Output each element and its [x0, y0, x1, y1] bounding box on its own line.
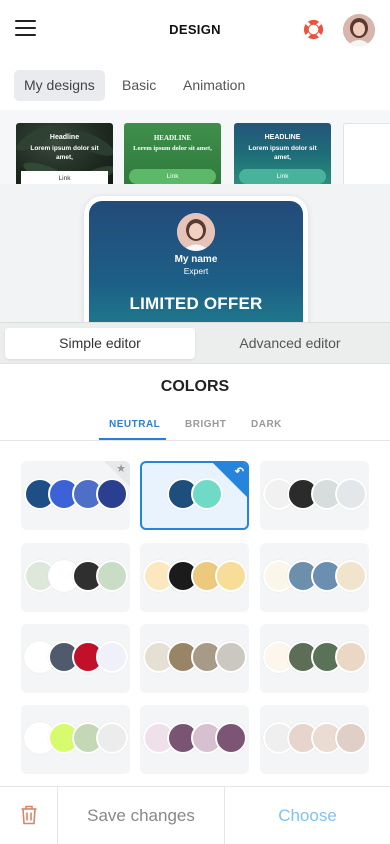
tab-animation[interactable]: Animation: [173, 70, 255, 101]
undo-icon[interactable]: ↶: [235, 465, 244, 478]
bottom-action-bar: Save changes Choose: [0, 786, 390, 844]
color-palette-card[interactable]: ↶: [140, 461, 249, 530]
color-palette-card[interactable]: ★: [21, 461, 130, 530]
color-palette-card[interactable]: [260, 705, 369, 774]
color-swatch: [96, 722, 128, 754]
tab-dark[interactable]: DARK: [251, 419, 282, 430]
phone-screen: My name Expert LIMITED OFFER: [89, 201, 303, 322]
color-palette-card[interactable]: [260, 624, 369, 693]
color-swatch: [96, 641, 128, 673]
color-swatch: [335, 560, 367, 592]
template-link: Link: [21, 171, 108, 184]
tab-basic[interactable]: Basic: [112, 70, 166, 101]
phone-preview: My name Expert LIMITED OFFER: [84, 196, 308, 322]
color-palette-card[interactable]: [140, 543, 249, 612]
preview-role: Expert: [183, 266, 209, 276]
color-swatch: [335, 641, 367, 673]
editor-mode-toggle: Simple editor Advanced editor: [0, 322, 390, 364]
star-icon[interactable]: ★: [116, 462, 126, 475]
color-swatch: [215, 560, 247, 592]
color-swatch: [215, 722, 247, 754]
template-thumbnail[interactable]: Headline Lorem ipsum dolor sit amet, Lin…: [16, 123, 113, 184]
page-title: DESIGN: [169, 22, 221, 37]
template-headline: HEADLINE: [153, 134, 192, 142]
color-palette-card[interactable]: [260, 461, 369, 530]
choose-button[interactable]: Choose: [225, 787, 390, 844]
template-body: Lorem ipsum dolor sit amet,: [30, 145, 99, 161]
color-palette-card[interactable]: [21, 543, 130, 612]
top-bar: DESIGN: [0, 0, 390, 60]
color-swatch: [335, 478, 367, 510]
template-headline: HEADLINE: [264, 134, 301, 141]
color-swatch: [96, 560, 128, 592]
tab-neutral[interactable]: NEUTRAL: [109, 419, 160, 430]
tab-my-designs[interactable]: My designs: [14, 70, 105, 101]
template-link: Link: [129, 169, 216, 184]
color-palette-card[interactable]: [140, 624, 249, 693]
preview-avatar: [177, 213, 215, 251]
color-tabs: NEUTRAL BRIGHT DARK: [0, 410, 390, 441]
color-palette-card[interactable]: [140, 705, 249, 774]
colors-heading: COLORS: [160, 378, 230, 395]
user-avatar[interactable]: [343, 14, 375, 46]
template-strip[interactable]: Headline Lorem ipsum dolor sit amet, Lin…: [0, 110, 390, 184]
trash-icon: [21, 805, 37, 825]
color-swatch: [96, 478, 128, 510]
template-thumbnail[interactable]: [343, 123, 390, 184]
template-thumbnail[interactable]: HEADLINE Lorem ipsum dolor sit amet, Lin…: [234, 123, 331, 184]
design-category-tabs: My designs Basic Animation: [0, 60, 390, 110]
color-palette-card[interactable]: [21, 624, 130, 693]
color-palette-card[interactable]: [21, 705, 130, 774]
color-palette-card[interactable]: [260, 543, 369, 612]
template-thumbnail[interactable]: HEADLINE Lorem ipsum dolor sit amet, Lin…: [124, 123, 221, 184]
color-swatch: [335, 722, 367, 754]
advanced-editor-button[interactable]: Advanced editor: [196, 328, 384, 359]
design-preview-area: My name Expert LIMITED OFFER: [0, 184, 390, 322]
preview-name: My name: [174, 254, 218, 265]
color-swatch: [215, 641, 247, 673]
template-body: Lorem ipsum dolor sit amet,: [248, 145, 317, 161]
template-link: Link: [239, 169, 326, 184]
active-tab-underline: [99, 438, 166, 440]
color-swatch: [191, 478, 223, 510]
template-body: Lorem ipsum dolor sit amet,: [133, 145, 212, 152]
save-changes-button[interactable]: Save changes: [58, 787, 225, 844]
tab-bright[interactable]: BRIGHT: [185, 419, 226, 430]
delete-button[interactable]: [0, 787, 58, 844]
template-headline: Headline: [49, 134, 80, 141]
simple-editor-button[interactable]: Simple editor: [5, 328, 195, 359]
lifebuoy-icon[interactable]: [302, 18, 325, 41]
preview-offer: LIMITED OFFER: [129, 294, 263, 313]
